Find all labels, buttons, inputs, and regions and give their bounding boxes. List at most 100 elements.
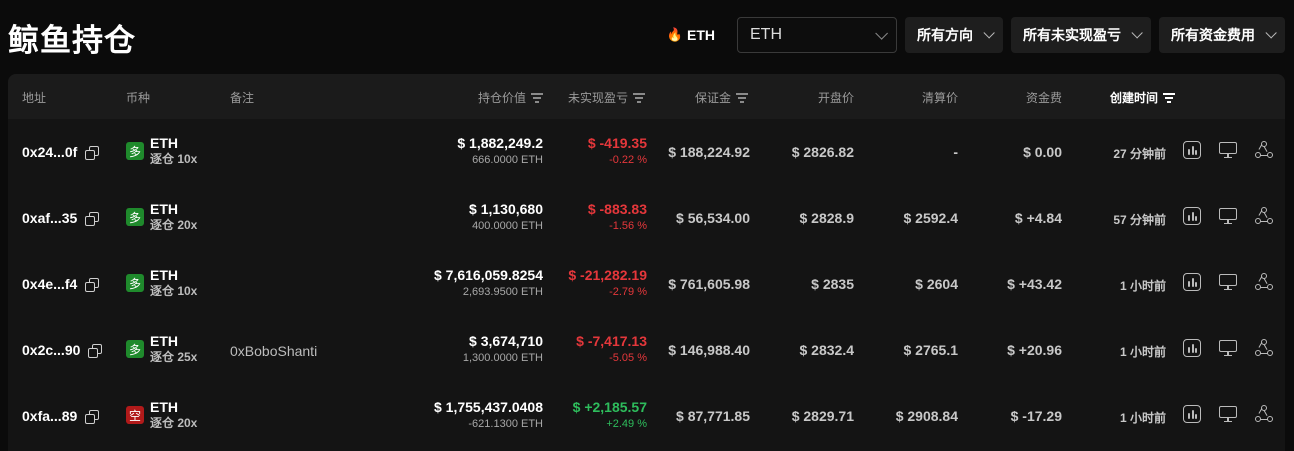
page-title: 鲸鱼持仓 — [8, 23, 136, 59]
address-text[interactable]: 0xfa...89 — [22, 408, 77, 424]
column-funding-fee-label: 资金费 — [1025, 91, 1062, 105]
row-actions — [1183, 405, 1273, 423]
coin-symbol: ETH — [150, 333, 178, 349]
coin-symbol: ETH — [150, 267, 178, 283]
address-cell[interactable]: 0xaf...35 — [22, 210, 100, 226]
sort-icon — [531, 93, 543, 103]
copy-icon[interactable] — [88, 343, 103, 358]
entry-price-cell: $ 2826.82 — [791, 144, 854, 160]
created-time-cell: 1 小时前 — [1119, 279, 1166, 293]
copy-icon[interactable] — [85, 409, 100, 424]
margin-cell: $ 188,224.92 — [668, 144, 750, 160]
side-badge: 多 — [126, 274, 144, 292]
pnl-percent: -1.56 % — [609, 220, 647, 232]
coin-select-value: ETH — [750, 26, 782, 43]
column-margin[interactable]: 保证金 — [695, 89, 748, 106]
table-body: 0x24...0f 多 ETH 逐仓 10x $ 1,882,249.2 666… — [8, 119, 1285, 449]
table-row[interactable]: 0x2c...90 多 ETH 逐仓 25x 0xBoboShanti $ 3,… — [8, 317, 1285, 383]
table-row[interactable]: 0xaf...35 多 ETH 逐仓 20x $ 1,130,680 400.0… — [8, 185, 1285, 251]
column-unrealized-pnl[interactable]: 未实现盈亏 — [568, 89, 645, 106]
monitor-icon[interactable] — [1219, 207, 1237, 225]
share-icon[interactable] — [1255, 141, 1273, 159]
created-time-cell: 1 小时前 — [1119, 345, 1166, 359]
row-actions — [1183, 207, 1273, 225]
row-actions — [1183, 273, 1273, 291]
coin-symbol: ETH — [150, 201, 178, 217]
address-text[interactable]: 0x24...0f — [22, 144, 77, 160]
address-cell[interactable]: 0x2c...90 — [22, 342, 103, 358]
side-badge: 多 — [126, 340, 144, 358]
copy-icon[interactable] — [85, 211, 100, 226]
unrealized-pnl-cell: $ -7,417.13 -5.05 % — [576, 333, 647, 366]
table-row[interactable]: 0x24...0f 多 ETH 逐仓 10x $ 1,882,249.2 666… — [8, 119, 1285, 185]
side-badge: 多 — [126, 208, 144, 226]
coin-select[interactable]: ETH — [737, 17, 897, 53]
row-actions — [1183, 141, 1273, 159]
liq-price-cell: - — [953, 144, 958, 160]
table-row[interactable]: 0x4e...f4 多 ETH 逐仓 10x $ 7,616,059.8254 … — [8, 251, 1285, 317]
liq-price-cell: $ 2765.1 — [903, 342, 959, 358]
column-funding-fee: 资金费 — [1026, 89, 1062, 106]
positions-table: 地址 币种 备注 持仓价值 未实现盈亏 保证金 开盘价 清算价 资金费 创建时间… — [8, 74, 1285, 451]
column-coin-label: 币种 — [126, 91, 151, 105]
address-text[interactable]: 0x4e...f4 — [22, 276, 77, 292]
chart-bars-icon[interactable] — [1183, 405, 1201, 423]
unrealized-pnl-cell: $ +2,185.57 +2.49 % — [573, 399, 647, 432]
funding-fee-cell: $ +20.96 — [1007, 342, 1062, 358]
flame-icon: 🔥 — [666, 27, 683, 42]
sort-icon — [736, 93, 748, 103]
column-liq-price-label: 清算价 — [921, 91, 958, 105]
funding-fee-cell: $ +43.42 — [1007, 276, 1062, 292]
address-text[interactable]: 0x2c...90 — [22, 342, 80, 358]
unrealized-pnl-dropdown-label: 所有未实现盈亏 — [1023, 27, 1121, 43]
margin-cell: $ 146,988.40 — [668, 342, 750, 358]
unrealized-pnl-dropdown[interactable]: 所有未实现盈亏 — [1011, 17, 1151, 53]
copy-icon[interactable] — [85, 277, 100, 292]
monitor-icon[interactable] — [1219, 273, 1237, 291]
sort-icon — [1163, 93, 1175, 103]
pnl-value: $ -21,282.19 — [568, 267, 647, 283]
position-value-cell: $ 3,674,710 1,300.0000 ETH — [463, 333, 543, 366]
leverage-label: 逐仓 25x — [150, 350, 198, 364]
address-cell[interactable]: 0x24...0f — [22, 144, 100, 160]
share-icon[interactable] — [1255, 207, 1273, 225]
share-icon[interactable] — [1255, 273, 1273, 291]
coin-chip[interactable]: 🔥 ETH — [667, 27, 715, 43]
address-cell[interactable]: 0xfa...89 — [22, 408, 100, 424]
chart-bars-icon[interactable] — [1183, 273, 1201, 291]
funding-fee-dropdown-label: 所有资金费用 — [1171, 27, 1255, 43]
column-address: 地址 — [22, 89, 46, 106]
sort-icon — [633, 93, 645, 103]
copy-icon[interactable] — [85, 145, 100, 160]
liq-price-cell: $ 2604 — [915, 276, 958, 292]
monitor-icon[interactable] — [1219, 405, 1237, 423]
chart-bars-icon[interactable] — [1183, 339, 1201, 357]
monitor-icon[interactable] — [1219, 339, 1237, 357]
share-icon[interactable] — [1255, 339, 1273, 357]
column-note-label: 备注 — [230, 91, 255, 105]
share-icon[interactable] — [1255, 405, 1273, 423]
position-value-cell: $ 1,755,437.0408 -621.1300 ETH — [434, 399, 543, 432]
pnl-value: $ -7,417.13 — [576, 333, 647, 349]
coin-cell: 多 ETH 逐仓 10x — [126, 135, 197, 167]
position-value-cell: $ 1,130,680 400.0000 ETH — [469, 201, 543, 234]
pnl-value: $ +2,185.57 — [572, 399, 647, 415]
position-value: $ 1,882,249.2 — [457, 135, 543, 151]
chart-bars-icon[interactable] — [1183, 141, 1201, 159]
pnl-percent: +2.49 % — [606, 418, 647, 430]
created-time-cell: 27 分钟前 — [1113, 147, 1166, 161]
unrealized-pnl-cell: $ -21,282.19 -2.79 % — [568, 267, 647, 300]
chart-bars-icon[interactable] — [1183, 207, 1201, 225]
column-created-time[interactable]: 创建时间 — [1110, 89, 1175, 106]
funding-fee-dropdown[interactable]: 所有资金费用 — [1159, 17, 1285, 53]
table-row[interactable]: 0xfa...89 空 ETH 逐仓 20x $ 1,755,437.0408 … — [8, 383, 1285, 449]
side-badge: 多 — [126, 142, 144, 160]
address-text[interactable]: 0xaf...35 — [22, 210, 77, 226]
address-cell[interactable]: 0x4e...f4 — [22, 276, 100, 292]
column-created-time-label: 创建时间 — [1109, 91, 1158, 105]
unrealized-pnl-cell: $ -419.35 -0.22 % — [588, 135, 647, 168]
direction-dropdown[interactable]: 所有方向 — [905, 17, 1003, 53]
position-value: $ 1,755,437.0408 — [434, 399, 543, 415]
column-position-value[interactable]: 持仓价值 — [478, 89, 543, 106]
monitor-icon[interactable] — [1219, 141, 1237, 159]
